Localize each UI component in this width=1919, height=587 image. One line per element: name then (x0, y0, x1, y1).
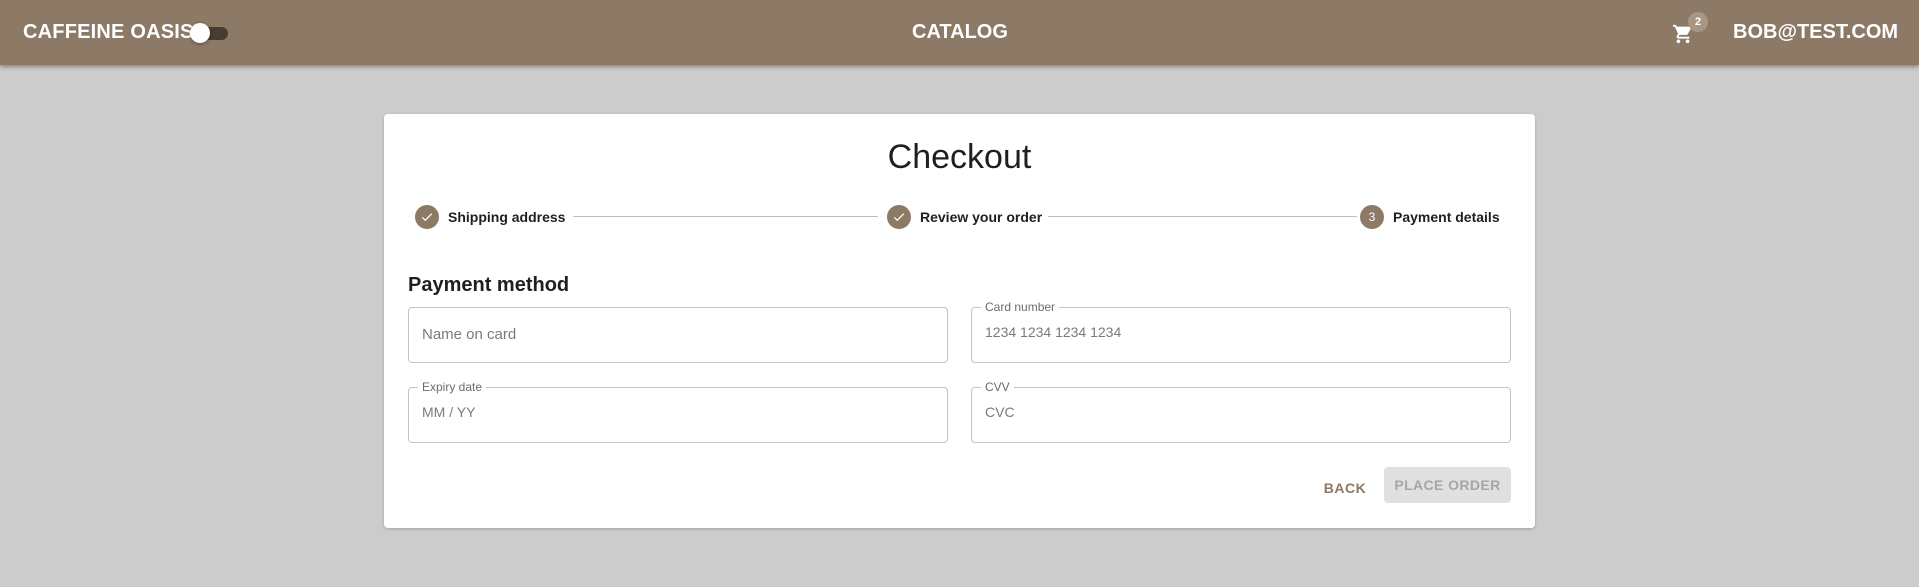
page-title: Checkout (887, 138, 1032, 176)
card-number-placeholder: 1234 1234 1234 1234 (985, 324, 1122, 340)
step-completed-indicator (415, 205, 439, 229)
step-label: Review your order (920, 209, 1043, 225)
check-icon (893, 213, 905, 222)
theme-toggle[interactable] (190, 23, 230, 43)
step-connector (1048, 216, 1357, 217)
expiry-date-field[interactable]: Expiry date MM / YY (408, 380, 948, 443)
back-button[interactable]: BACK (1317, 470, 1373, 506)
step-label: Payment details (1393, 209, 1500, 225)
toggle-thumb (190, 23, 210, 43)
step-number-indicator: 3 (1360, 205, 1384, 229)
section-title: Payment method (408, 274, 570, 296)
checkout-card: Checkout Shipping address Review your or… (384, 114, 1535, 528)
user-account-menu[interactable]: BOB@TEST.COM (1733, 21, 1898, 44)
app-bar: CAFFEINE OASIS CATALOG 2 BOB@TEST.COM (0, 0, 1919, 65)
expiry-date-placeholder: MM / YY (422, 404, 476, 420)
step-shipping-address: Shipping address (415, 204, 565, 230)
step-connector (573, 216, 878, 217)
expiry-date-label: Expiry date (418, 380, 487, 394)
nav-catalog-link[interactable]: CATALOG (912, 21, 1008, 44)
name-on-card-field[interactable]: Name on card (408, 307, 948, 363)
card-number-field[interactable]: Card number 1234 1234 1234 1234 (971, 300, 1511, 363)
cart-button[interactable]: 2 (1670, 12, 1708, 46)
cart-count-badge: 2 (1688, 12, 1708, 32)
place-order-button[interactable]: PLACE ORDER (1384, 467, 1511, 503)
step-payment-details: 3 Payment details (1360, 204, 1500, 230)
cvv-label: CVV (981, 380, 1014, 394)
brand-logo-text[interactable]: CAFFEINE OASIS (23, 21, 194, 44)
cvv-field[interactable]: CVV CVC (971, 380, 1511, 443)
step-completed-indicator (887, 205, 911, 229)
check-icon (421, 213, 433, 222)
step-label: Shipping address (448, 209, 566, 225)
name-on-card-placeholder: Name on card (422, 326, 517, 343)
step-review-order: Review your order (887, 204, 1042, 230)
card-number-label: Card number (981, 300, 1060, 314)
cvv-placeholder: CVC (985, 404, 1015, 420)
